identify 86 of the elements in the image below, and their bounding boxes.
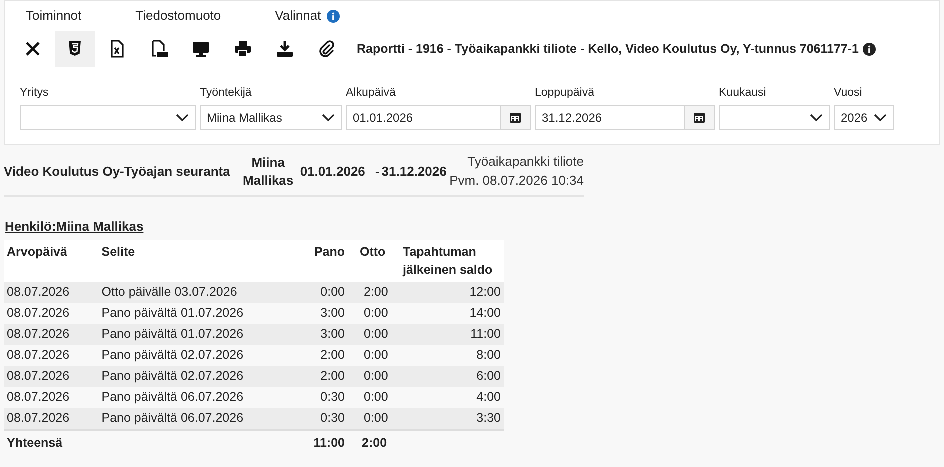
column-header: Tapahtuman jälkeinen saldo (400, 240, 504, 282)
table-cell: 11:00 (400, 324, 504, 345)
printer-icon (234, 40, 252, 58)
close-icon (24, 40, 42, 58)
table-cell: 08.07.2026 (4, 366, 99, 387)
table-cell: 08.07.2026 (4, 386, 99, 408)
calendar-icon (694, 112, 705, 124)
start-date: 01.01.2026 (300, 163, 366, 182)
table-cell: Pano päivältä 06.07.2026 (98, 386, 303, 408)
column-header: Otto (348, 240, 400, 282)
table-cell: 12:00 (400, 282, 504, 303)
menu-item[interactable]: Valinnat (255, 6, 322, 26)
chevron-down-icon (176, 114, 189, 122)
column-header: Arvopäivä (4, 240, 99, 282)
report-company: Video Koulutus Oy-Työajan seuranta (4, 163, 230, 182)
table-cell: 3:00 (303, 324, 348, 345)
total-cell: Yhteensä (4, 430, 99, 456)
table-cell: 08.07.2026 (4, 324, 99, 345)
field-label: Työntekijä (200, 86, 253, 101)
info-icon (862, 42, 876, 56)
table-cell: 14:00 (400, 302, 504, 324)
download-icon (276, 40, 294, 58)
paperclip-icon (318, 40, 336, 58)
field-label: Kuukausi (719, 86, 768, 101)
column-header: Pano (303, 240, 348, 282)
report-title: Raportti - 1916 - Työaikapankki tiliote - Kello, Video Koulutus Oy, Y-tunnus 7061177-1 (357, 40, 859, 58)
html-file-icon (66, 40, 84, 58)
end-date: 31.12.2026 (382, 163, 447, 182)
excel-file-icon (108, 40, 126, 58)
field-label: Alkupäivä (346, 86, 397, 101)
table-cell: 0:30 (303, 408, 348, 430)
column-header: Selite (98, 240, 303, 282)
table-cell: Pano päivältä 02.07.2026 (98, 366, 303, 387)
table-cell: 0:00 (348, 386, 400, 408)
menu-item[interactable]: Tiedostomuoto (116, 6, 242, 26)
monitor-icon (192, 40, 210, 58)
calendar-icon (510, 112, 521, 124)
table-cell: 08.07.2026 (4, 344, 99, 366)
date-separator: - (375, 163, 380, 182)
table-cell: Otto päivälle 03.07.2026 (98, 282, 303, 303)
table-cell: 2:00 (303, 344, 348, 366)
menu-item[interactable]: Toiminnot (6, 6, 102, 26)
select-field[interactable]: 2026 (834, 105, 894, 130)
table-cell: Pano päivältä 01.07.2026 (98, 302, 303, 324)
person-heading: Henkilö:Miina Mallikas (5, 218, 144, 234)
info-icon[interactable] (327, 10, 340, 22)
field-label: Loppupäivä (535, 86, 596, 101)
date-field[interactable]: 01.01.2026 (346, 105, 501, 130)
table-cell: 0:00 (348, 366, 400, 387)
table-cell: 08.07.2026 (4, 408, 99, 430)
date-field[interactable]: 31.12.2026 (535, 105, 685, 130)
report-name: Työaikapankki tiliote (466, 153, 584, 172)
table-cell: 0:30 (303, 386, 348, 408)
field-label: Vuosi (834, 86, 864, 101)
select-field[interactable] (719, 105, 830, 130)
table-cell: 2:00 (303, 366, 348, 387)
pdf-file-icon (150, 40, 168, 58)
table-cell: 3:00 (303, 302, 348, 324)
table-cell: 8:00 (400, 344, 504, 366)
table-cell: 0:00 (303, 282, 348, 303)
chevron-down-icon (322, 114, 335, 122)
table-cell: 0:00 (348, 302, 400, 324)
total-cell: 2:00 (348, 430, 400, 456)
calendar-button[interactable] (501, 105, 531, 130)
table-cell: 0:00 (348, 324, 400, 345)
report-employee: Miina Mallikas (242, 154, 295, 190)
table-cell: 4:00 (400, 386, 504, 408)
chevron-down-icon (874, 114, 887, 122)
table-cell: Pano päivältä 01.07.2026 (98, 324, 303, 345)
table-cell: 08.07.2026 (4, 282, 99, 303)
table-cell: 3:30 (400, 408, 504, 430)
table-cell: 08.07.2026 (4, 302, 99, 324)
table-cell: 6:00 (400, 366, 504, 387)
print-date: Pvm. 08.07.2026 10:34 (450, 172, 584, 190)
select-field[interactable] (20, 105, 196, 130)
html-file-button[interactable] (55, 31, 95, 67)
table-cell: 2:00 (348, 282, 400, 303)
table-cell: 0:00 (348, 344, 400, 366)
chevron-down-icon (810, 114, 823, 122)
total-cell: 11:00 (303, 430, 348, 456)
select-field[interactable]: Miina Mallikas (200, 105, 342, 130)
table-cell: Pano päivältä 06.07.2026 (98, 408, 303, 430)
table-cell: Pano päivältä 02.07.2026 (98, 344, 303, 366)
calendar-button[interactable] (685, 105, 715, 130)
table-cell: 0:00 (348, 408, 400, 430)
field-label: Yritys (20, 86, 50, 101)
